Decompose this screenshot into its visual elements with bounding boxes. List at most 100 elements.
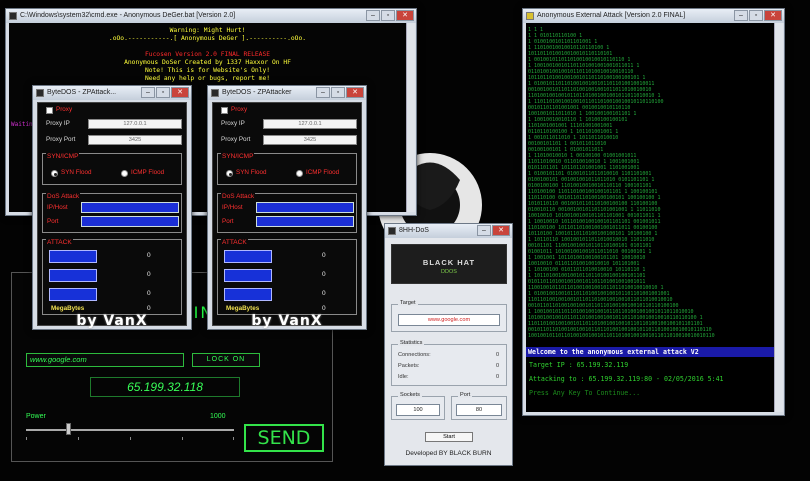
close-button[interactable]: ✕ xyxy=(171,87,189,98)
attack-button-1[interactable] xyxy=(224,250,272,263)
slider-tick xyxy=(78,437,79,440)
attack-button-3[interactable] xyxy=(224,288,272,301)
port-label: Port xyxy=(47,218,59,225)
syn-flood-label: SYN Flood xyxy=(61,169,92,176)
cmd-line-5: Note! This is for Website's Only! xyxy=(144,67,271,74)
minimize-button[interactable]: – xyxy=(734,10,748,21)
bytedos-title: ByteDOS - ZPAttacker xyxy=(222,89,292,96)
minimize-button[interactable]: – xyxy=(477,225,491,236)
icmp-flood-radio[interactable] xyxy=(121,170,128,177)
port-group: Port 80 xyxy=(451,392,507,420)
cmd-line-1: .oOo.-----------.[ Anonymous DeGer ].---… xyxy=(108,35,307,42)
minimize-button[interactable]: – xyxy=(316,87,330,98)
matrix-title: Anonymous External Attack [Version 2.0 F… xyxy=(537,12,686,19)
close-button[interactable]: ✕ xyxy=(396,10,414,21)
slider-tick xyxy=(182,437,183,440)
ip-host-input[interactable] xyxy=(81,202,179,213)
app-icon xyxy=(36,89,44,97)
target-group: Target www.google.com xyxy=(391,300,507,332)
ip-host-input[interactable] xyxy=(256,202,354,213)
connections-label: Connections: xyxy=(398,352,431,358)
cmd-line-3: Fucosen Version 2.0 FINAL RELEASE xyxy=(144,51,271,58)
idle-value: 0 xyxy=(496,374,500,380)
syn-flood-radio[interactable] xyxy=(226,170,233,177)
proxy-port-input[interactable]: 3425 xyxy=(88,135,182,145)
url-input[interactable]: www.google.com xyxy=(26,353,184,367)
proxy-checkbox[interactable] xyxy=(46,107,53,114)
syn-icmp-label: SYN/ICMP xyxy=(46,153,80,160)
sockets-group: Sockets 100 xyxy=(391,392,445,420)
maximize-button[interactable]: ▫ xyxy=(381,10,395,21)
packets-label: Packets: xyxy=(398,363,420,369)
proxy-port-input[interactable]: 3425 xyxy=(263,135,357,145)
svg-text:100100101101101001001001011011: 1001001011011010010010010110110100100100… xyxy=(528,333,715,339)
port-input[interactable] xyxy=(81,216,179,227)
attack-group: ATTACK 0 0 0 MegaBytes 0 xyxy=(217,239,357,315)
start-button[interactable]: Start xyxy=(425,432,473,442)
slider-tick xyxy=(233,437,234,440)
send-button[interactable]: SEND xyxy=(244,424,324,452)
port-input[interactable] xyxy=(256,216,354,227)
bytedos-window-left: ByteDOS - ZPAttack... – ▫ ✕ Proxy Proxy IP… xyxy=(32,85,192,330)
power-slider-thumb[interactable] xyxy=(65,423,71,435)
cmd-line-4: Anonymous DoSer Created by 1337 Haxxor O… xyxy=(124,59,291,66)
lock-on-button[interactable]: LOCK ON xyxy=(192,353,260,367)
cmd-line-6: Need any help or bugs, report me! xyxy=(144,75,271,82)
anonymous-mask-ascii-art: 1 1 1 1 1 010110110100 1 1 0100100101101… xyxy=(528,27,715,339)
target-line: Target IP : 65.199.32.119 xyxy=(529,361,629,369)
maximize-button[interactable]: ▫ xyxy=(749,10,763,21)
minimize-button[interactable]: – xyxy=(141,87,155,98)
matrix-scrollbar[interactable] xyxy=(774,23,783,412)
sockets-input[interactable]: 100 xyxy=(396,404,440,416)
target-input[interactable]: www.google.com xyxy=(398,314,500,326)
matrix-console: 1 1 1 1 1 010110110100 1 1 0100100101101… xyxy=(526,23,774,412)
proxy-port-label: Proxy Port xyxy=(221,136,251,143)
welcome-line: Welcome to the anonymous external attack… xyxy=(526,347,774,357)
packets-value: 0 xyxy=(496,363,500,369)
banner-subtitle: DDOS xyxy=(441,269,457,275)
attack-group: ATTACK 0 0 0 MegaBytes 0 xyxy=(42,239,182,315)
bhh-title: 8HH-DoS xyxy=(399,227,429,234)
external-attack-window: Anonymous External Attack [Version 2.0 F… xyxy=(522,8,785,416)
attack-button-2[interactable] xyxy=(224,269,272,282)
power-slider-track[interactable] xyxy=(26,429,234,431)
press-key-line: Press Any Key To Continue... xyxy=(529,389,641,397)
attack-button-3[interactable] xyxy=(49,288,97,301)
app-icon xyxy=(388,227,396,235)
slider-tick xyxy=(26,437,27,440)
maximize-button[interactable]: ▫ xyxy=(156,87,170,98)
attack-button-1[interactable] xyxy=(49,250,97,263)
ip-host-label: IP/Host xyxy=(222,204,243,211)
icmp-flood-label: ICMP Flood xyxy=(306,169,340,176)
dos-attack-group: DoS Attack IP/Host Port xyxy=(42,193,182,233)
slider-tick xyxy=(130,437,131,440)
proxy-checkbox[interactable] xyxy=(221,107,228,114)
syn-flood-radio[interactable] xyxy=(51,170,58,177)
cmd-title: C:\Windows\system32\cmd.exe - Anonymous … xyxy=(20,12,236,19)
port-label: Port xyxy=(222,218,234,225)
icmp-flood-radio[interactable] xyxy=(296,170,303,177)
proxy-label: Proxy xyxy=(56,106,73,113)
proxy-ip-input[interactable]: 127.0.0.1 xyxy=(88,119,182,129)
attack-button-2[interactable] xyxy=(49,269,97,282)
syn-icmp-group: SYN/ICMP SYN Flood ICMP Flood xyxy=(42,153,182,185)
port-input[interactable]: 80 xyxy=(456,404,502,416)
dos-attack-label: DoS Attack xyxy=(46,193,81,200)
minimize-button[interactable]: – xyxy=(366,10,380,21)
ip-host-label: IP/Host xyxy=(47,204,68,211)
bytedos-panel: Proxy Proxy IP 127.0.0.1 Proxy Port 3425… xyxy=(212,102,362,329)
maximize-button[interactable]: ▫ xyxy=(331,87,345,98)
bhh-dos-window: 8HH-DoS – ✕ BLACK HAT DDOS Target www.goo… xyxy=(384,223,513,466)
bytedos-window-right: ByteDOS - ZPAttacker – ▫ ✕ Proxy Proxy IP … xyxy=(207,85,367,330)
cmd-titlebar[interactable]: C:\Windows\system32\cmd.exe - Anonymous … xyxy=(6,9,416,23)
developed-by-label: Developed BY BLACK BURN xyxy=(405,450,492,457)
target-group-label: Target xyxy=(398,300,418,306)
close-button[interactable]: ✕ xyxy=(346,87,364,98)
close-button[interactable]: ✕ xyxy=(492,225,510,236)
close-button[interactable]: ✕ xyxy=(764,10,782,21)
cmd-scrollbar[interactable] xyxy=(406,23,415,212)
desktop: C:\Windows\system32\cmd.exe - Anonymous … xyxy=(0,0,810,481)
megabytes-counter: 0 xyxy=(322,305,326,312)
proxy-ip-input[interactable]: 127.0.0.1 xyxy=(263,119,357,129)
syn-flood-label: SYN Flood xyxy=(236,169,267,176)
